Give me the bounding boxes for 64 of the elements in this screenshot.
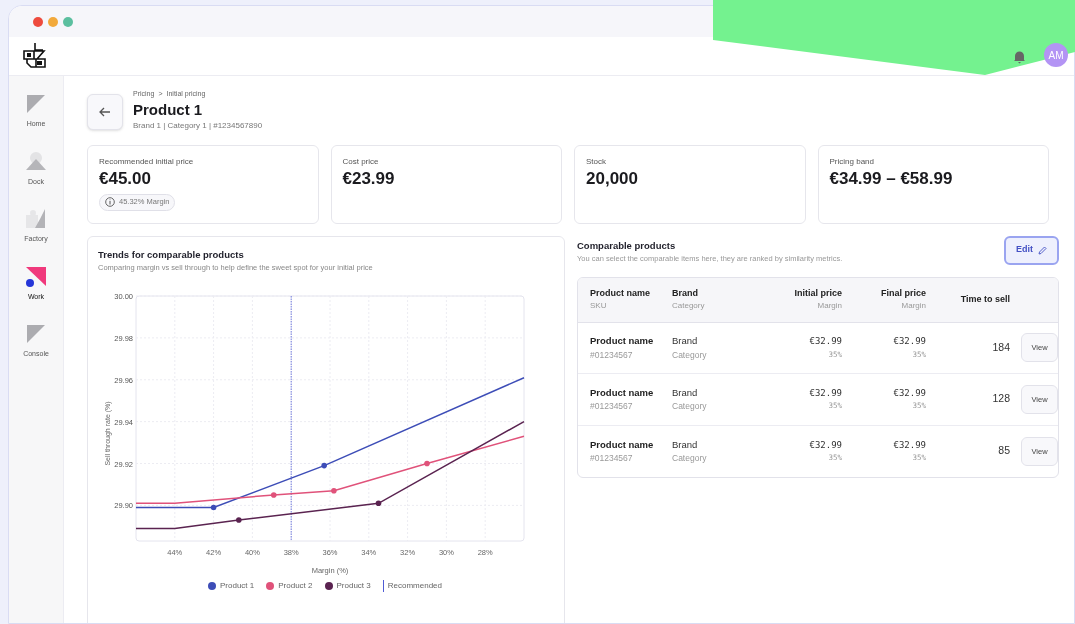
column-header: Product name (590, 286, 651, 300)
data-point (321, 462, 327, 469)
stat-label: Recommended initial price (99, 155, 195, 168)
table-cell-text: #01234567 (590, 348, 634, 362)
back-button[interactable] (87, 94, 123, 130)
table-cell-text: €32.99 (892, 438, 926, 452)
table-cell-text: 85 (997, 443, 1010, 459)
stat-value: €23.99 (342, 167, 396, 190)
stat-label: Cost price (342, 155, 380, 168)
data-point (210, 504, 217, 511)
table-cell-text: €32.99 (808, 438, 842, 452)
comparable-title: Comparable products (577, 238, 677, 253)
legend-label: Recommended (387, 580, 442, 592)
column-subheader: Margin (816, 300, 842, 313)
stat-label: Stock (586, 155, 607, 168)
data-point (270, 492, 277, 498)
table-cell-text: Product name (590, 385, 655, 400)
data-point (424, 460, 430, 467)
pencil-icon (1038, 245, 1047, 255)
legend-label: Product 1 (220, 580, 255, 592)
table-cell-text: 184 (991, 339, 1010, 355)
triangle-icon (24, 322, 48, 346)
table-cell-text: Product name (590, 437, 655, 452)
table-cell-text: Category (672, 400, 708, 413)
stat-value: €34.99 – €58.99 (829, 167, 954, 190)
column-header: Initial price (793, 286, 842, 300)
legend-label: Product 3 (336, 580, 371, 592)
back-arrow-icon (99, 107, 111, 117)
legend-label: Product 2 (278, 580, 313, 592)
table-cell-text: Brand (672, 437, 699, 452)
column-header: Final price (880, 286, 926, 300)
table-cell-text: #01234567 (590, 400, 634, 413)
logo-icon (21, 42, 49, 70)
table-cell-text: €32.99 (808, 335, 842, 349)
info-icon (105, 197, 115, 207)
table-cell-text: €32.99 (892, 335, 926, 349)
column-header: Time to sell (959, 292, 1010, 306)
table-cell-text: Brand (672, 334, 699, 349)
stat-label: Pricing band (829, 155, 875, 168)
column-header: Brand (672, 286, 699, 300)
triangle-icon (24, 92, 48, 116)
table-cell-text: #01234567 (590, 452, 634, 465)
stat-value: €45.00 (99, 167, 152, 190)
edit-button[interactable]: Edit (1004, 235, 1059, 265)
stat-value: 20,000 (586, 167, 639, 190)
table-cell-text: Product name (590, 334, 655, 349)
data-point (375, 500, 382, 507)
table-cell-text: Category (672, 348, 708, 362)
legend-line-icon (382, 580, 384, 592)
table-cell-text: €32.99 (892, 386, 926, 400)
product-subtitle: Brand 1 | Category 1 | #1234567890 (133, 119, 263, 132)
shapes-icon (24, 207, 48, 231)
page-title: Product 1 (133, 99, 204, 120)
column-subheader: Category (672, 300, 706, 313)
data-point (236, 517, 242, 523)
table-cell-text: Category (672, 452, 708, 465)
data-point (331, 487, 337, 494)
bell-icon[interactable] (1013, 50, 1026, 64)
column-subheader: SKU (590, 300, 608, 313)
table-cell-text: €32.99 (808, 386, 842, 400)
column-subheader: Margin (900, 300, 926, 313)
trends-title: Trends for comparable products (98, 247, 245, 262)
table-cell-text: 128 (991, 391, 1010, 407)
table-cell-text: Brand (672, 385, 699, 400)
